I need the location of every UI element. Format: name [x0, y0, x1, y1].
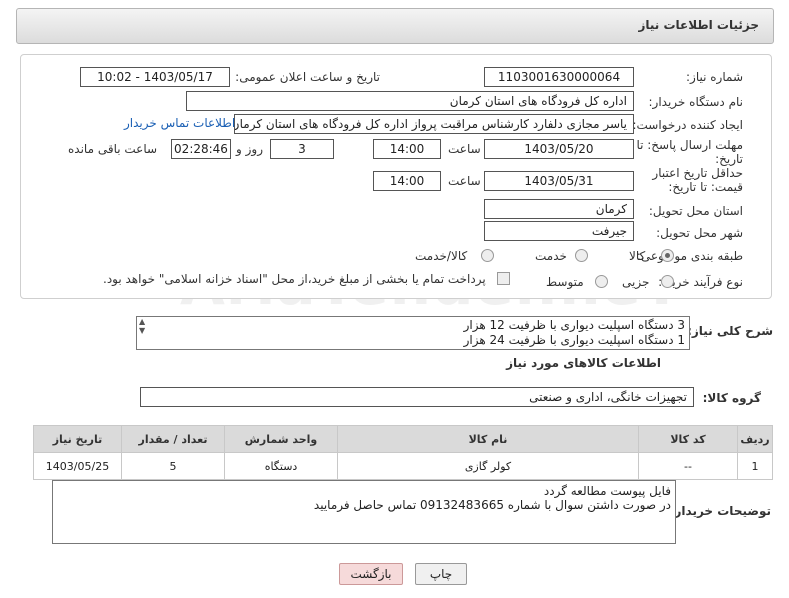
remaining-label: ساعت باقی مانده	[68, 142, 158, 156]
col-name-header: نام کالا	[337, 425, 639, 453]
buyer-contact-link[interactable]: اطلاعات تماس خریدار	[124, 116, 235, 130]
days-label: روز و	[236, 142, 263, 156]
cell-name: کولر گازی	[337, 452, 639, 480]
col-date-header: تاریخ نیاز	[33, 425, 122, 453]
cell-code: --	[638, 452, 738, 480]
col-qty-header: تعداد / مقدار	[121, 425, 225, 453]
need-number-label: شماره نیاز:	[686, 70, 743, 84]
summary-line-1: 3 دستگاه اسپلیت دیواری با ظرفیت 12 هزار	[463, 318, 685, 332]
city-label: شهر محل تحویل:	[656, 226, 743, 240]
buyer-notes-box: فایل پیوست مطالعه گردد در صورت داشتن سوا…	[52, 480, 676, 544]
buyer-notes-line-1: فایل پیوست مطالعه گردد	[543, 484, 671, 498]
table-header-row: ردیف کد کالا نام کالا واحد شمارش تعداد /…	[33, 425, 773, 453]
province-field: کرمان	[484, 199, 634, 219]
process-minor-radio[interactable]	[661, 275, 674, 288]
buyer-label: نام دستگاه خریدار:	[648, 95, 744, 109]
cell-date: 1403/05/25	[33, 452, 122, 480]
page-header: جزئیات اطلاعات نیاز	[16, 8, 774, 44]
buyer-field: اداره کل فرودگاه های استان کرمان	[186, 91, 634, 111]
goods-group-field: تجهیزات خانگی، اداری و صنعتی	[140, 387, 694, 407]
cell-unit: دستگاه	[224, 452, 338, 480]
buyer-notes-label: توضیحات خریدار:	[669, 504, 771, 518]
city-field: جیرفت	[484, 221, 634, 241]
treasury-payment-note: پرداخت تمام یا بخشی از مبلغ خرید،از محل …	[103, 272, 486, 286]
col-code-header: کد کالا	[638, 425, 738, 453]
scroll-arrows-icon[interactable]: ▲ ▼	[139, 317, 145, 335]
table-row: 1 -- کولر گازی دستگاه 5 1403/05/25	[33, 452, 773, 480]
buyer-notes-line-2: در صورت داشتن سوال با شماره 09132483665 …	[313, 498, 671, 512]
goods-group-label: گروه کالا:	[702, 391, 761, 405]
category-service-radio[interactable]	[575, 249, 588, 262]
deadline-time-label: ساعت	[448, 142, 481, 156]
goods-table: ردیف کد کالا نام کالا واحد شمارش تعداد /…	[33, 425, 773, 480]
validity-label: حداقل تاریخ اعتبار قیمت: تا تاریخ:	[652, 166, 743, 194]
category-goods-service-label: کالا/خدمت	[415, 249, 468, 263]
process-minor-label: جزیی	[622, 275, 650, 289]
days-field: 3	[270, 139, 334, 159]
province-label: استان محل تحویل:	[648, 204, 743, 218]
treasury-payment-checkbox[interactable]	[497, 272, 510, 285]
category-goods-label: کالا	[629, 249, 646, 263]
goods-info-title: اطلاعات کالاهای مورد نیاز	[506, 356, 661, 370]
category-goods-service-radio[interactable]	[481, 249, 494, 262]
summary-line-2: 1 دستگاه اسپلیت دیواری با ظرفیت 24 هزار	[463, 333, 685, 347]
print-button[interactable]: چاپ	[415, 563, 467, 585]
announce-label: تاریخ و ساعت اعلان عمومی:	[235, 70, 380, 84]
remaining-time-field: 02:28:46	[171, 139, 231, 159]
cell-qty: 5	[121, 452, 225, 480]
col-row-header: ردیف	[737, 425, 773, 453]
process-medium-radio[interactable]	[595, 275, 608, 288]
category-label: طبقه بندی موضوعی:	[636, 249, 743, 263]
category-goods-radio[interactable]	[661, 249, 674, 262]
back-button[interactable]: بازگشت	[339, 563, 403, 585]
deadline-date-field: 1403/05/20	[484, 139, 634, 159]
process-medium-label: متوسط	[546, 275, 584, 289]
summary-textarea[interactable]: 3 دستگاه اسپلیت دیواری با ظرفیت 12 هزار …	[136, 316, 690, 350]
validity-time-field: 14:00	[373, 171, 441, 191]
page-title: جزئیات اطلاعات نیاز	[638, 18, 759, 32]
creator-field: یاسر مجازی دلفارد کارشناس مراقبت پرواز ا…	[234, 114, 634, 134]
deadline-label: مهلت ارسال پاسخ: تا تاریخ:	[636, 138, 743, 166]
need-number-field: 1103001630000064	[484, 67, 634, 87]
summary-label: شرح کلی نیاز:	[687, 324, 773, 338]
deadline-time-field: 14:00	[373, 139, 441, 159]
category-service-label: خدمت	[535, 249, 567, 263]
creator-label: ایجاد کننده درخواست:	[632, 118, 743, 132]
validity-time-label: ساعت	[448, 174, 481, 188]
col-unit-header: واحد شمارش	[224, 425, 338, 453]
cell-row: 1	[737, 452, 773, 480]
announce-field: 1403/05/17 - 10:02	[80, 67, 230, 87]
validity-date-field: 1403/05/31	[484, 171, 634, 191]
